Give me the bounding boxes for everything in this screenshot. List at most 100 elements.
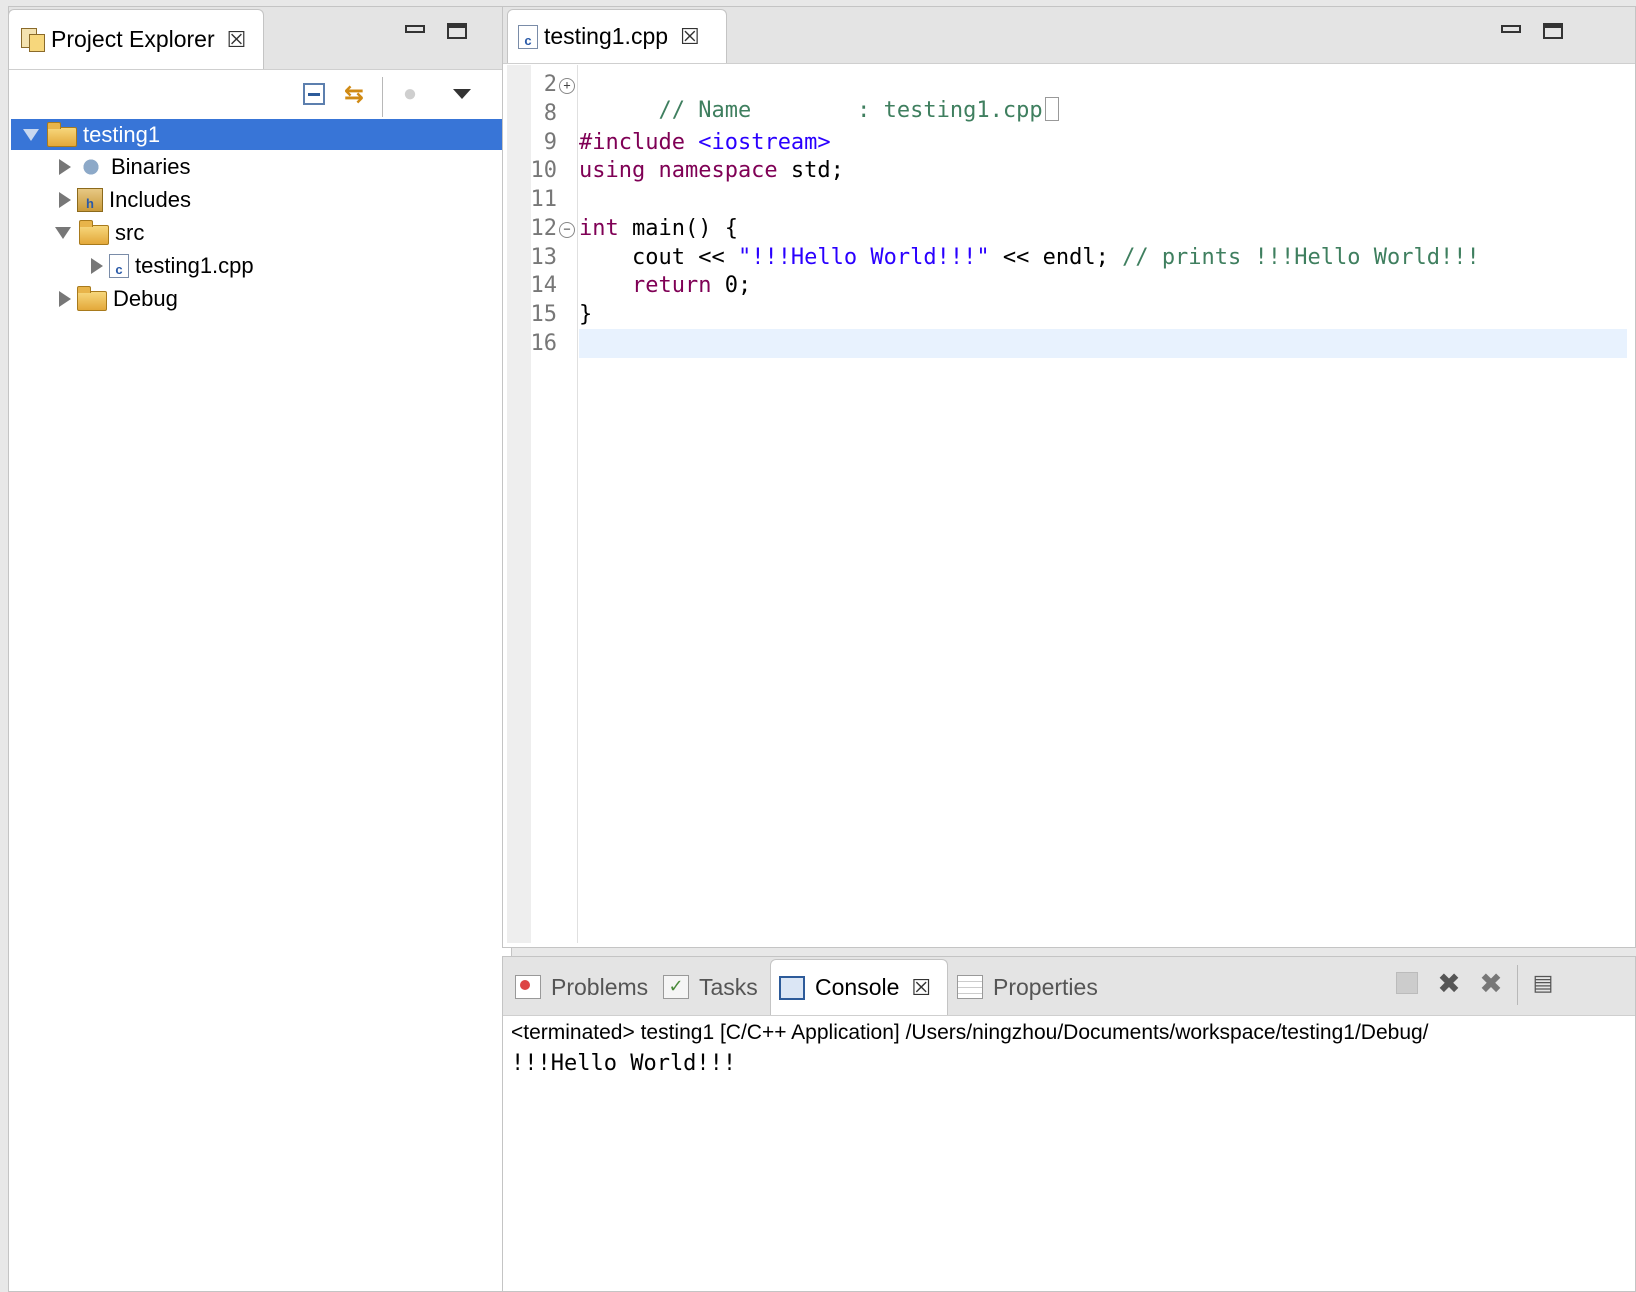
collapse-all-icon[interactable] — [299, 79, 329, 109]
keyword: using namespace — [579, 158, 778, 183]
minimize-editor-button[interactable] — [1501, 25, 1521, 33]
close-tab-icon[interactable]: ☒ — [227, 27, 247, 53]
tab-label: Console — [815, 974, 900, 1000]
current-line-highlight — [579, 329, 1627, 358]
tree-item-label: testing1 — [83, 121, 161, 147]
tree-item-binaries[interactable]: Binaries — [11, 150, 509, 183]
clear-console-icon[interactable]: ▤ — [1529, 969, 1557, 997]
keyword: return — [579, 273, 712, 298]
code-line-13: cout << "!!!Hello World!!!" << endl; // … — [579, 245, 1480, 270]
expand-fold-icon[interactable]: + — [559, 78, 575, 94]
line-number-gutter: 2 + 8 9 10 11 12 − 13 14 15 16 — [531, 65, 578, 943]
identifier: std; — [777, 158, 844, 183]
code-line-9: #include <iostream> — [579, 130, 831, 155]
maximize-view-button[interactable] — [447, 23, 467, 39]
editor-tab-bar: c testing1.cpp ☒ — [503, 7, 1635, 64]
tasks-icon: ✓ — [663, 975, 689, 999]
includes-icon: h — [77, 187, 103, 212]
folder-icon — [77, 285, 107, 311]
line-number: 2 — [543, 72, 557, 97]
console-view: Problems ✓ Tasks Console ☒ Properties ✖ … — [502, 956, 1636, 1292]
tree-item-includes[interactable]: h Includes — [11, 183, 509, 216]
close-tab-icon[interactable]: ☒ — [680, 24, 700, 50]
minimize-view-button[interactable] — [405, 25, 425, 33]
cpp-file-icon: c — [109, 253, 129, 278]
link-with-editor-icon[interactable]: ⇆ — [339, 79, 369, 109]
line-number: 14 — [530, 273, 558, 298]
line-number: 13 — [530, 245, 558, 270]
preprocessor-directive: #include — [579, 130, 699, 155]
tab-label: testing1.cpp — [544, 23, 669, 49]
console-output[interactable]: !!!Hello World!!! — [511, 1051, 736, 1076]
tab-properties[interactable]: Properties — [949, 959, 1106, 1015]
code-line-12: int main() { — [579, 216, 738, 241]
tab-tasks[interactable]: ✓ Tasks — [655, 959, 766, 1015]
project-icon — [47, 121, 77, 147]
identifier: } — [579, 302, 593, 327]
keyword: int — [579, 216, 619, 241]
expand-arrow-icon[interactable] — [91, 257, 103, 274]
source-folder-icon — [79, 219, 109, 245]
remove-all-terminated-icon[interactable]: ✖ — [1477, 968, 1505, 999]
tree-item-label: Debug — [113, 285, 178, 311]
tree-item-src[interactable]: src — [11, 216, 509, 249]
folded-comment-marker[interactable] — [1044, 97, 1059, 121]
tab-console[interactable]: Console ☒ — [770, 959, 948, 1015]
tree-item-debug[interactable]: Debug — [11, 282, 509, 315]
tree-item-label: Includes — [109, 186, 191, 212]
tab-label: Properties — [993, 973, 1098, 1000]
identifier: 0; — [711, 273, 752, 298]
tab-testing1-cpp[interactable]: c testing1.cpp ☒ — [507, 9, 727, 63]
view-menu-chevron-down-icon[interactable] — [447, 79, 477, 109]
comment: // Name : testing1.cpp — [658, 98, 1043, 123]
working-sets-icon[interactable]: ● — [395, 79, 425, 109]
expand-arrow-icon[interactable] — [59, 191, 71, 208]
problems-icon — [515, 975, 541, 999]
explorer-toolbar: ⇆ ● — [9, 73, 511, 119]
properties-icon — [957, 975, 983, 999]
line-number: 9 — [543, 130, 557, 155]
tab-label: Problems — [551, 973, 649, 1000]
console-tab-bar: Problems ✓ Tasks Console ☒ Properties ✖ … — [503, 957, 1635, 1016]
terminate-icon[interactable] — [1393, 969, 1421, 997]
expand-arrow-icon[interactable] — [55, 226, 71, 239]
tab-label: Tasks — [699, 973, 758, 1000]
code-line-15: } — [579, 302, 592, 327]
code-area[interactable]: // Name : testing1.cpp #include <iostrea… — [579, 65, 1627, 943]
project-explorer-view: Project Explorer ☒ ⇆ ● testing1 Binaries — [8, 6, 512, 1292]
console-icon — [779, 975, 805, 1000]
line-number: 8 — [543, 101, 557, 126]
collapse-fold-icon[interactable]: − — [559, 222, 575, 238]
identifier: << endl; — [989, 245, 1123, 270]
code-line-14: return 0; — [579, 273, 751, 298]
expand-arrow-icon[interactable] — [59, 158, 71, 175]
line-number: 11 — [530, 187, 558, 212]
tab-project-explorer[interactable]: Project Explorer ☒ — [8, 9, 264, 69]
tree-item-label: testing1.cpp — [135, 252, 254, 278]
toolbar-separator — [382, 77, 383, 117]
expand-arrow-icon[interactable] — [59, 290, 71, 307]
line-number: 10 — [530, 158, 558, 183]
identifier: main() { — [618, 216, 738, 241]
maximize-editor-button[interactable] — [1543, 23, 1563, 39]
code-editor: c testing1.cpp ☒ 2 + 8 9 10 11 12 − 13 1… — [502, 6, 1636, 948]
toolbar-separator — [1517, 965, 1518, 1005]
code-line-10: using namespace std; — [579, 158, 844, 183]
tree-item-label: src — [115, 219, 145, 245]
identifier: cout << — [579, 245, 738, 270]
comment: // prints !!!Hello World!!! — [1122, 245, 1480, 270]
tree-item-project[interactable]: testing1 — [11, 119, 509, 150]
cpp-file-icon: c — [518, 24, 538, 49]
tab-label: Project Explorer — [51, 26, 215, 52]
expand-arrow-icon[interactable] — [23, 128, 39, 141]
remove-launch-icon[interactable]: ✖ — [1435, 968, 1463, 999]
project-explorer-icon — [19, 27, 45, 52]
tree-item-testing1-cpp[interactable]: c testing1.cpp — [11, 249, 509, 282]
string-literal: "!!!Hello World!!!" — [737, 245, 990, 270]
tab-problems[interactable]: Problems — [507, 959, 656, 1015]
line-number: 15 — [530, 302, 558, 327]
include-header: <iostream> — [698, 130, 831, 155]
close-tab-icon[interactable]: ☒ — [911, 975, 931, 1001]
line-number: 16 — [530, 331, 558, 356]
explorer-tab-bar: Project Explorer ☒ — [8, 7, 511, 70]
